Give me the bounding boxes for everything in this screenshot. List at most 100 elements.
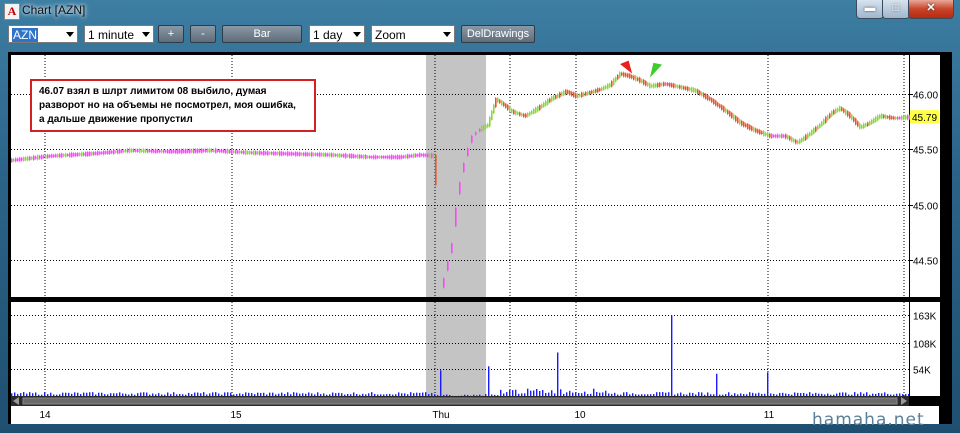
candle-bar (889, 115, 891, 120)
volume-bar (656, 392, 658, 396)
volume-bar (689, 392, 691, 396)
volume-bar (653, 394, 655, 396)
volume-bar (62, 392, 64, 396)
candle-bar (279, 151, 281, 156)
candle-bar (423, 153, 425, 157)
candle-bar (229, 150, 231, 153)
candle-bar (213, 149, 215, 153)
volume-bar (605, 390, 607, 396)
candle-bar (789, 136, 791, 141)
candle-bar (95, 152, 97, 155)
candle-bar (497, 97, 499, 103)
volume-bar (284, 394, 286, 396)
volume-bar (95, 394, 97, 396)
candle-bar (533, 108, 535, 114)
candle-bar (227, 149, 229, 154)
candle-bar (747, 123, 749, 129)
volume-bar (92, 392, 94, 396)
candle-bar (737, 117, 739, 123)
candle-bar (483, 125, 485, 131)
volume-bar (491, 394, 493, 396)
candle-bar (459, 182, 461, 195)
price-chart[interactable]: 44.50 45.00 45.50 46.00 54K 108K 163K 45.79 14 15… (0, 0, 960, 433)
candle-bar (403, 155, 405, 159)
volume-bar (707, 392, 709, 396)
candle-bar (713, 99, 715, 105)
candle-bar (135, 149, 137, 152)
candle-bar (191, 149, 193, 153)
scrollbar-thumb[interactable] (22, 397, 898, 405)
candle-bar (177, 149, 179, 154)
candle-bar (691, 87, 693, 92)
volume-bar (566, 392, 568, 396)
candle-bar (315, 153, 317, 156)
candle-bar (601, 87, 603, 91)
volume-bar (899, 393, 901, 396)
candle-bar (205, 149, 207, 153)
volume-bar (326, 394, 328, 396)
candle-bar (47, 154, 49, 159)
candle-bar (111, 150, 113, 154)
volume-bar (812, 393, 814, 396)
candle-bar (767, 132, 769, 138)
candle-bar (399, 155, 401, 159)
candle-bar (149, 149, 151, 153)
volume-bar (332, 392, 334, 396)
annotation-line: а дальше движение пропустил (39, 114, 193, 125)
volume-bar (527, 388, 529, 396)
candle-bar (129, 148, 131, 153)
candle-bar (639, 77, 641, 83)
volume-bar (872, 393, 874, 396)
volume-bar (599, 392, 601, 396)
candle-bar (901, 115, 903, 120)
candle-bar (139, 148, 141, 153)
candle-bar (785, 134, 787, 139)
volume-bar (668, 392, 670, 396)
volume-bar (14, 392, 16, 396)
volume-bar (122, 393, 124, 396)
volume-bar (875, 393, 877, 396)
volume-bar (731, 394, 733, 396)
volume-bar (101, 392, 103, 396)
volume-bar (209, 393, 211, 396)
volume-tick-label: 108K (913, 340, 937, 351)
volume-bar (584, 391, 586, 396)
volume-bar (392, 394, 394, 396)
volume-bar (401, 393, 403, 396)
candle-bar (707, 95, 709, 101)
volume-bar (53, 394, 55, 396)
volume-bar (119, 392, 121, 396)
volume-bar (263, 392, 265, 396)
volume-bar (842, 392, 844, 396)
candle-bar (101, 151, 103, 154)
candle-bar (831, 111, 833, 117)
volume-bar (395, 394, 397, 396)
candle-bar (337, 153, 339, 157)
volume-bar (173, 392, 175, 396)
candle-bar (877, 115, 879, 121)
candle-bar (891, 116, 893, 120)
candle-bar (125, 149, 127, 153)
volume-bar (341, 393, 343, 396)
candle-bar (481, 126, 483, 132)
volume-bar (47, 394, 49, 396)
candle-bar (573, 92, 575, 98)
volume-bar (179, 393, 181, 396)
candle-bar (359, 154, 361, 159)
candle-bar (729, 111, 731, 117)
volume-bar (845, 392, 847, 396)
candle-bar (11, 158, 13, 163)
candle-bar (141, 149, 143, 152)
candle-bar (851, 114, 853, 120)
candle-bar (905, 115, 907, 120)
candle-bar (887, 115, 889, 119)
volume-bar (737, 394, 739, 396)
candle-bar (649, 83, 651, 88)
volume-bar (830, 394, 832, 396)
candle-bar (799, 139, 801, 144)
volume-bar (125, 393, 127, 396)
candle-bar (197, 148, 199, 153)
candle-bar (685, 86, 687, 90)
candle-bar (775, 134, 777, 138)
annotation-note[interactable]: 46.07 взял в шлрт лимитом 08 выбило, дум… (30, 79, 316, 132)
